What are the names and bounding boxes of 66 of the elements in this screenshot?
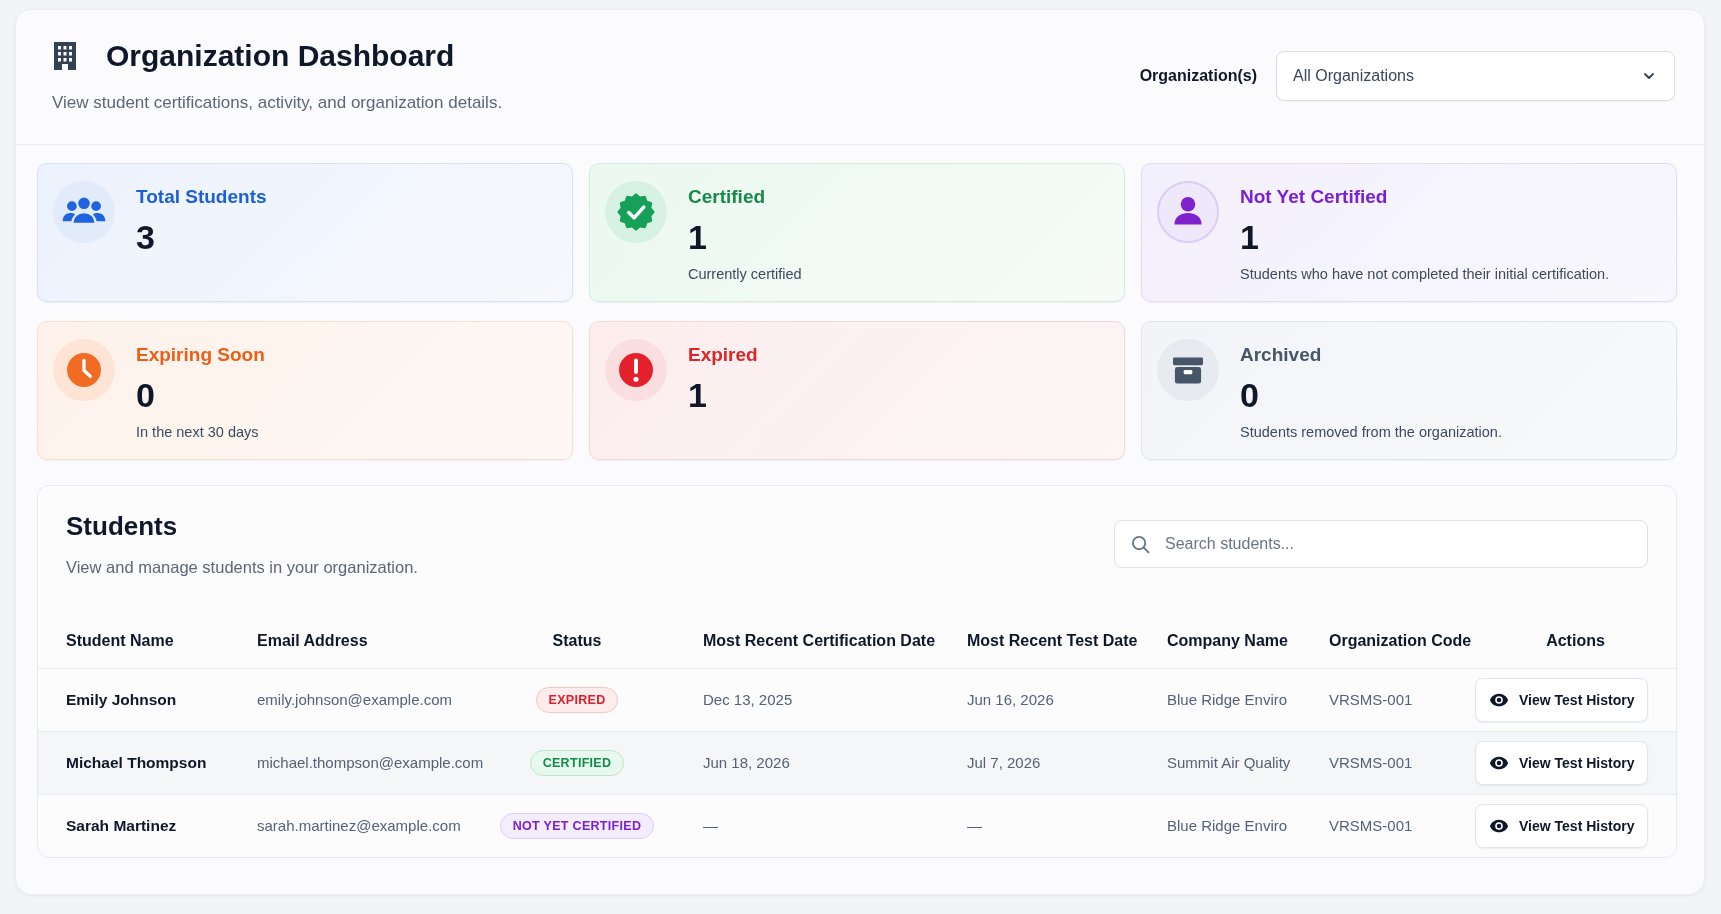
stat-title: Total Students bbox=[136, 185, 267, 209]
stat-value: 3 bbox=[136, 217, 155, 257]
building-icon bbox=[52, 42, 78, 70]
section-title: Students bbox=[66, 510, 179, 543]
page-title: Organization Dashboard bbox=[106, 38, 455, 74]
status-badge: CERTIFIED bbox=[529, 750, 625, 776]
organization-code: VRSMS-001 bbox=[1329, 691, 1413, 708]
view-test-history-button[interactable]: View Test History bbox=[1475, 678, 1649, 722]
column-header: Actions bbox=[1546, 632, 1605, 649]
email-address: emily.johnson@example.com bbox=[257, 691, 453, 708]
stat-title: Expiring Soon bbox=[136, 343, 265, 367]
check-badge-icon bbox=[605, 181, 667, 243]
organization-code: VRSMS-001 bbox=[1329, 817, 1413, 834]
column-header: Company Name bbox=[1167, 632, 1288, 649]
column-header: Status bbox=[552, 632, 602, 649]
test-date: — bbox=[967, 817, 982, 834]
archive-box-icon bbox=[1157, 339, 1219, 401]
section-subtitle: View and manage students in your organization. bbox=[66, 557, 418, 578]
stat-value: 1 bbox=[688, 375, 707, 415]
stat-note: Students removed from the organization. bbox=[1240, 423, 1502, 442]
column-header: Organization Code bbox=[1329, 632, 1472, 649]
email-address: michael.thompson@example.com bbox=[257, 754, 484, 771]
organization-code: VRSMS-001 bbox=[1329, 754, 1413, 771]
status-badge: EXPIRED bbox=[535, 687, 619, 713]
filter-label: Organization(s) bbox=[1139, 67, 1257, 85]
certification-date: Dec 13, 2025 bbox=[703, 691, 793, 708]
organization-select[interactable]: All Organizations bbox=[1276, 51, 1675, 101]
users-icon bbox=[53, 181, 115, 243]
column-header: Most Recent Test Date bbox=[967, 632, 1138, 649]
exclamation-icon bbox=[605, 339, 667, 401]
student-name: Sarah Martinez bbox=[66, 817, 177, 834]
stat-note: In the next 30 days bbox=[136, 423, 259, 442]
page-subtitle: View student certifications, activity, and organization details. bbox=[52, 92, 503, 114]
stat-value: 0 bbox=[136, 375, 155, 415]
company-name: Blue Ridge Enviro bbox=[1167, 691, 1288, 708]
stat-note: Currently certified bbox=[688, 265, 802, 284]
student-name: Emily Johnson bbox=[66, 691, 177, 708]
eye-icon bbox=[1489, 819, 1509, 833]
test-date: Jun 16, 2026 bbox=[967, 691, 1054, 708]
search-field[interactable]: Search students... bbox=[1114, 520, 1648, 568]
column-header: Email Address bbox=[257, 632, 368, 649]
stat-value: 1 bbox=[688, 217, 707, 257]
search-icon bbox=[1131, 534, 1150, 554]
certification-date: — bbox=[703, 817, 718, 834]
stat-title: Expired bbox=[688, 343, 758, 367]
student-name: Michael Thompson bbox=[66, 754, 207, 771]
stat-note: Students who have not completed their initial certification. bbox=[1240, 265, 1610, 284]
column-header: Most Recent Certification Date bbox=[703, 632, 936, 649]
company-name: Summit Air Quality bbox=[1167, 754, 1291, 771]
status-badge: NOT YET CERTIFIED bbox=[499, 813, 655, 839]
email-address: sarah.martinez@example.com bbox=[257, 817, 461, 834]
view-test-history-button[interactable]: View Test History bbox=[1475, 804, 1649, 848]
eye-icon bbox=[1489, 693, 1509, 707]
clock-icon bbox=[53, 339, 115, 401]
view-test-history-button[interactable]: View Test History bbox=[1475, 741, 1649, 785]
eye-icon bbox=[1489, 756, 1509, 770]
test-date: Jul 7, 2026 bbox=[967, 754, 1041, 771]
stat-title: Not Yet Certified bbox=[1240, 185, 1388, 209]
company-name: Blue Ridge Enviro bbox=[1167, 817, 1288, 834]
stat-title: Certified bbox=[688, 185, 766, 209]
person-icon bbox=[1157, 181, 1219, 243]
stat-value: 0 bbox=[1240, 375, 1259, 415]
column-header: Student Name bbox=[66, 632, 174, 649]
stat-title: Archived bbox=[1240, 343, 1322, 367]
stat-value: 1 bbox=[1240, 217, 1259, 257]
certification-date: Jun 18, 2026 bbox=[703, 754, 790, 771]
